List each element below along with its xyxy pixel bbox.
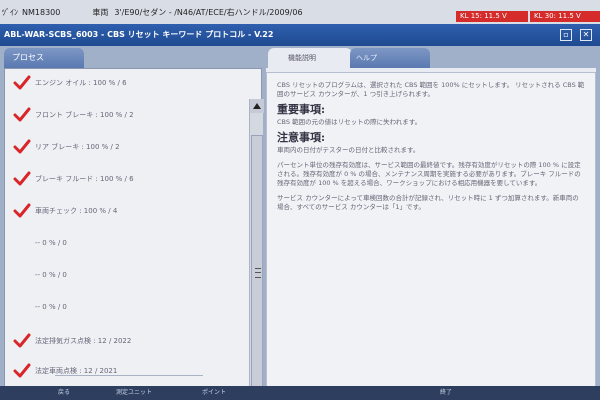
- cbs-item-label: -- 0 % / 0: [35, 303, 67, 311]
- cbs-item-label: エンジン オイル : 100 % / 6: [35, 79, 127, 87]
- cbs-item[interactable]: リア ブレーキ : 100 % / 2: [13, 135, 120, 159]
- point-button[interactable]: ポイント: [202, 386, 226, 400]
- cbs-item[interactable]: フロント ブレーキ : 100 % / 2: [13, 103, 134, 127]
- bottom-toolbar: 戻る 測定ユニット ポイント 終了: [0, 386, 600, 400]
- cbs-item-label: -- 0 % / 0: [35, 239, 67, 247]
- kl30-voltage: KL 30: 11.5 V: [530, 11, 600, 22]
- measure-unit-button[interactable]: 測定ユニット: [116, 386, 152, 400]
- cbs-item[interactable]: 法定車両点検 : 12 / 2021: [13, 359, 117, 383]
- cbs-item-label: 車両チェック : 100 % / 4: [35, 207, 118, 215]
- list-divider: [55, 375, 203, 376]
- main-window: プロセス 機能説明 ヘルプ エンジン オイル : 100 % / 6 フロント ブ…: [0, 46, 600, 400]
- tab-function-description[interactable]: 機能説明: [268, 48, 352, 68]
- cbs-item[interactable]: 車両チェック : 100 % / 4: [13, 199, 117, 223]
- vin-value: NM18300: [22, 7, 61, 17]
- window-title-bar: ABL-WAR-SCBS_6003 - CBS リセット キーワード プロトコル…: [0, 24, 600, 46]
- checkmark-icon: [13, 138, 31, 156]
- vin-label: ﾂﾞｲﾝ: [2, 7, 18, 17]
- cbs-item[interactable]: エンジン オイル : 100 % / 6: [13, 71, 127, 95]
- kl15-voltage: KL 15: 11.5 V: [456, 11, 528, 22]
- vehicle-label: 車両: [92, 7, 109, 17]
- vehicle-info-bar: ﾂﾞｲﾝ NM18300 車両 3'/E90/セダン - /N46/AT/ECE…: [0, 0, 600, 24]
- empty-check-icon: [13, 234, 31, 252]
- checkmark-icon: [13, 202, 31, 220]
- cbs-item[interactable]: -- 0 % / 0: [13, 263, 67, 287]
- vehicle-value: 3'/E90/セダン - /N46/AT/ECE/右ハンドル/2009/06: [114, 7, 303, 17]
- tab-help[interactable]: ヘルプ: [350, 48, 430, 68]
- notice-text-1: 車両内の日付がテスターの日付と比較されます。: [277, 146, 420, 154]
- grip-icon: [255, 268, 261, 278]
- window-title: ABL-WAR-SCBS_6003 - CBS リセット キーワード プロトコル…: [4, 30, 274, 39]
- back-button[interactable]: 戻る: [58, 386, 70, 400]
- important-text: CBS 範囲の元の値はリセットの際に失われます。: [277, 118, 422, 126]
- empty-check-icon: [13, 298, 31, 316]
- tab-process[interactable]: プロセス: [4, 48, 84, 68]
- description-panel: CBS リセットのプログラムは、選択された CBS 範囲を 100% にセットし…: [266, 72, 596, 398]
- cbs-item[interactable]: ブレーキ フルード : 100 % / 6: [13, 167, 134, 191]
- close-icon[interactable]: ✕: [580, 29, 592, 41]
- cbs-item-list: エンジン オイル : 100 % / 6 フロント ブレーキ : 100 % / …: [4, 68, 264, 400]
- cbs-item-label: 法定排気ガス点検 : 12 / 2022: [35, 337, 132, 345]
- checkmark-icon: [13, 170, 31, 188]
- scroll-thumb[interactable]: [251, 135, 263, 400]
- cbs-item-label: ブレーキ フルード : 100 % / 6: [35, 175, 134, 183]
- cbs-item[interactable]: -- 0 % / 0: [13, 295, 67, 319]
- scroll-up-icon[interactable]: [250, 99, 264, 113]
- checkmark-icon: [13, 74, 31, 92]
- notice-text-3: サービス カウンターによって車検回数の合計が記録され、リセット時に 1 ずつ加算…: [277, 194, 579, 211]
- window-icon[interactable]: ▫: [560, 29, 572, 41]
- cbs-item-label: -- 0 % / 0: [35, 271, 67, 279]
- notice-heading: 注意事項:: [277, 131, 326, 144]
- cbs-item[interactable]: 法定排気ガス点検 : 12 / 2022: [13, 329, 131, 353]
- scrollbar[interactable]: [249, 99, 264, 400]
- end-button[interactable]: 終了: [440, 386, 452, 400]
- important-heading: 重要事項:: [277, 103, 326, 116]
- empty-check-icon: [13, 266, 31, 284]
- checkmark-icon: [13, 332, 31, 350]
- checkmark-icon: [13, 362, 31, 380]
- intro-text: CBS リセットのプログラムは、選択された CBS 範囲を 100% にセットし…: [277, 81, 585, 98]
- cbs-item[interactable]: -- 0 % / 0: [13, 231, 67, 255]
- checkmark-icon: [13, 106, 31, 124]
- cbs-item-label: リア ブレーキ : 100 % / 2: [35, 143, 120, 151]
- notice-text-2: パーセント単位の残存有効度は、サービス範囲の最終値です。残存有効度がリセットの際…: [277, 161, 581, 187]
- cbs-item-label: フロント ブレーキ : 100 % / 2: [35, 111, 134, 119]
